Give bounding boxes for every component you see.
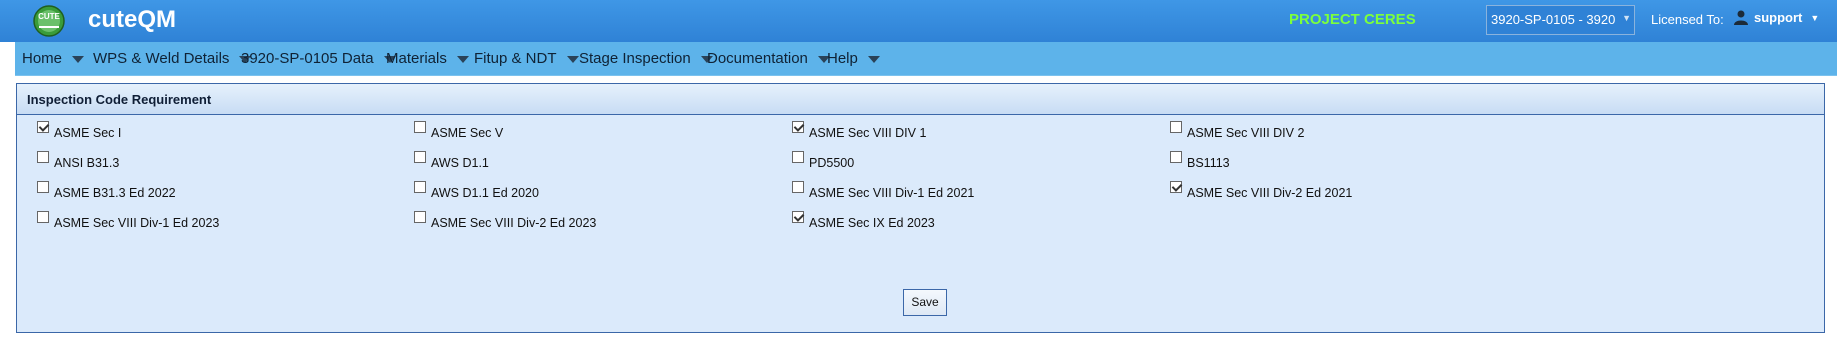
checkbox-box[interactable] [414, 211, 426, 223]
checkbox-bs1113[interactable]: BS1113 [1170, 151, 1230, 170]
nav-item-fitup-ndt[interactable]: Fitup & NDT [474, 42, 579, 76]
caret-down-icon [566, 55, 579, 63]
checkbox-asme-viii-div2-ed-2021[interactable]: ASME Sec VIII Div-2 Ed 2021 [1170, 181, 1352, 200]
brand-title[interactable]: cuteQM [88, 6, 176, 34]
checkbox-label: ASME Sec VIII Div-2 Ed 2021 [1187, 186, 1353, 200]
nav-divider [15, 75, 1837, 76]
checkbox-box[interactable] [37, 151, 49, 163]
nav-item-wps-weld-details[interactable]: WPS & Weld Details [93, 42, 252, 76]
checkbox-box[interactable] [414, 151, 426, 163]
checkbox-label: PD5500 [809, 156, 855, 170]
checkbox-label: ANSI B31.3 [54, 156, 120, 170]
checkbox-asme-sec-v[interactable]: ASME Sec V [414, 121, 503, 140]
nav-label: Help [827, 50, 858, 67]
checkbox-pd5500[interactable]: PD5500 [792, 151, 854, 170]
chevron-down-icon: ▼ [1810, 12, 1820, 23]
checkbox-label: ASME Sec VIII DIV 1 [809, 126, 927, 140]
checkbox-label: ASME Sec V [431, 126, 504, 140]
checkbox-asme-viii-div2-ed-2023[interactable]: ASME Sec VIII Div-2 Ed 2023 [414, 211, 596, 230]
checkbox-label: ASME Sec VIII Div-1 Ed 2021 [809, 186, 975, 200]
top-bar: CUTE cuteQM PROJECT CERES 3920-SP-0105 -… [0, 0, 1837, 42]
caret-down-icon [72, 55, 85, 63]
caret-down-icon [456, 55, 469, 63]
checkbox-label: ASME Sec VIII DIV 2 [1187, 126, 1305, 140]
project-name: PROJECT CERES [1289, 11, 1416, 28]
nav-item-stage-inspection[interactable]: Stage Inspection [579, 42, 713, 76]
checkbox-box[interactable] [792, 151, 804, 163]
nav-item-home[interactable]: Home [22, 42, 85, 76]
checkbox-label: ASME Sec I [54, 126, 122, 140]
checkbox-asme-b31-3-ed-2022[interactable]: ASME B31.3 Ed 2022 [37, 181, 176, 200]
user-icon [1734, 10, 1748, 25]
nav-label: Documentation [707, 50, 808, 67]
checkbox-asme-viii-div1-ed-2021[interactable]: ASME Sec VIII Div-1 Ed 2021 [792, 181, 974, 200]
checkbox-box[interactable] [1170, 121, 1182, 133]
checkbox-box[interactable] [792, 181, 804, 193]
caret-down-icon [867, 55, 880, 63]
checkbox-box[interactable] [792, 121, 804, 133]
cuteqm-logo-icon: CUTE [33, 5, 65, 37]
checkbox-label: BS1113 [1187, 156, 1230, 170]
checkbox-label: ASME Sec IX Ed 2023 [809, 216, 935, 230]
nav-item-documentation[interactable]: Documentation [707, 42, 830, 76]
checkbox-box[interactable] [414, 121, 426, 133]
nav-item-materials[interactable]: Materials [386, 42, 469, 76]
checkbox-label: ASME B31.3 Ed 2022 [54, 186, 176, 200]
panel-title: Inspection Code Requirement [27, 92, 212, 107]
logo-text: CUTE [38, 12, 60, 21]
checkbox-box[interactable] [1170, 151, 1182, 163]
checkbox-aws-d1-1[interactable]: AWS D1.1 [414, 151, 489, 170]
nav-item-help[interactable]: Help [827, 42, 880, 76]
checkbox-asme-sec-i[interactable]: ASME Sec I [37, 121, 121, 140]
project-select-value: 3920-SP-0105 - 3920 [1491, 12, 1616, 27]
checkbox-aws-d1-1-ed-2020[interactable]: AWS D1.1 Ed 2020 [414, 181, 539, 200]
panel-header: Inspection Code Requirement [17, 84, 1824, 115]
checkbox-asme-sec-ix-ed-2023[interactable]: ASME Sec IX Ed 2023 [792, 211, 935, 230]
user-name: support [1754, 10, 1803, 25]
chevron-down-icon: ▼ [1622, 13, 1631, 23]
nav-label: Materials [386, 50, 447, 67]
checkbox-label: AWS D1.1 [431, 156, 489, 170]
checkbox-label: ASME Sec VIII Div-1 Ed 2023 [54, 216, 220, 230]
checkbox-box[interactable] [37, 121, 49, 133]
nav-item-project-data[interactable]: 3920-SP-0105 Data [241, 42, 396, 76]
nav-label: WPS & Weld Details [93, 50, 230, 67]
nav-label: 3920-SP-0105 Data [241, 50, 374, 67]
main-nav: Home WPS & Weld Details 3920-SP-0105 Dat… [15, 42, 1837, 76]
project-select[interactable]: 3920-SP-0105 - 3920 ▼ [1486, 5, 1635, 35]
checkbox-box[interactable] [1170, 181, 1182, 193]
checkbox-label: ASME Sec VIII Div-2 Ed 2023 [431, 216, 597, 230]
save-button[interactable]: Save [903, 289, 947, 316]
checkbox-ansi-b31-3[interactable]: ANSI B31.3 [37, 151, 119, 170]
checkbox-box[interactable] [414, 181, 426, 193]
checkbox-box[interactable] [792, 211, 804, 223]
inspection-code-panel: Inspection Code Requirement ASME Sec I A… [16, 83, 1825, 333]
user-menu[interactable]: support ▼ [1734, 10, 1819, 25]
nav-label: Stage Inspection [579, 50, 691, 67]
licensed-to-label: Licensed To: [1651, 12, 1724, 27]
nav-label: Fitup & NDT [474, 50, 557, 67]
checkbox-box[interactable] [37, 211, 49, 223]
checkbox-asme-viii-div1-ed-2023[interactable]: ASME Sec VIII Div-1 Ed 2023 [37, 211, 219, 230]
checkbox-asme-sec-viii-div-1[interactable]: ASME Sec VIII DIV 1 [792, 121, 926, 140]
checkbox-label: AWS D1.1 Ed 2020 [431, 186, 539, 200]
nav-label: Home [22, 50, 63, 67]
checkbox-asme-sec-viii-div-2[interactable]: ASME Sec VIII DIV 2 [1170, 121, 1304, 140]
checkbox-box[interactable] [37, 181, 49, 193]
